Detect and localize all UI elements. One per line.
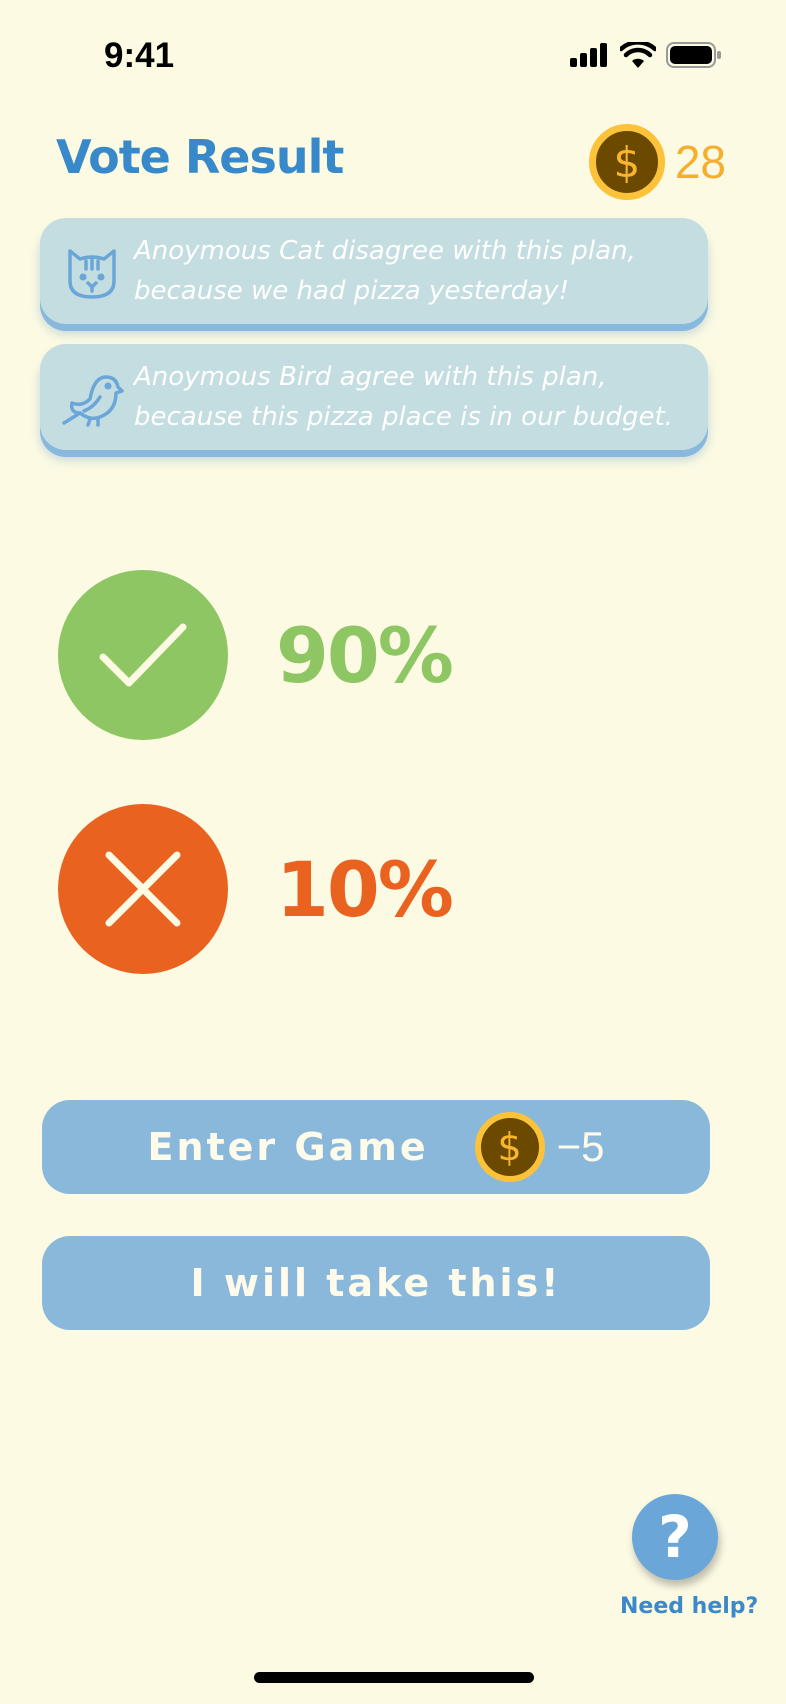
page-title: Vote Result [56, 130, 344, 184]
vote-disagree-row: 10% [58, 804, 454, 974]
agree-percent: 90% [276, 610, 454, 700]
status-bar: 9:41 [0, 0, 786, 110]
comment-line: Anoymous Bird agree with this plan, [134, 362, 607, 392]
coin-icon: $ [588, 124, 665, 200]
bird-icon [54, 359, 130, 435]
take-this-label: I will take this! [190, 1261, 562, 1305]
home-indicator[interactable] [254, 1672, 534, 1683]
check-icon [58, 570, 228, 740]
comment-card-bird: Anoymous Bird agree with this plan, beca… [40, 344, 708, 450]
enter-game-button[interactable]: Enter Game $ −5 [42, 1100, 710, 1194]
enter-game-label: Enter Game [147, 1125, 429, 1169]
disagree-percent: 10% [276, 844, 454, 934]
x-icon [58, 804, 228, 974]
comment-text: Anoymous Cat disagree with this plan, be… [134, 231, 636, 311]
vote-agree-row: 90% [58, 570, 454, 740]
wifi-icon [620, 42, 656, 68]
signal-icon [570, 43, 607, 67]
coin-icon: $ [474, 1112, 545, 1182]
help-label[interactable]: Need help? [620, 1594, 758, 1619]
comment-line: Anoymous Cat disagree with this plan, [134, 236, 636, 266]
enter-game-cost: −5 [556, 1123, 605, 1170]
coin-count: 28 [674, 136, 726, 188]
battery-icon [666, 42, 721, 68]
comment-line: because this pizza place is in our budge… [134, 402, 673, 432]
comment-card-cat: Anoymous Cat disagree with this plan, be… [40, 218, 708, 324]
status-icons [570, 42, 722, 68]
comment-text: Anoymous Bird agree with this plan, beca… [134, 357, 673, 437]
comment-line: because we had pizza yesterday! [134, 276, 569, 306]
help-button[interactable]: ? [632, 1494, 718, 1580]
status-time: 9:41 [104, 36, 175, 75]
coin-wallet[interactable]: $ 28 [588, 124, 726, 200]
take-this-button[interactable]: I will take this! [42, 1236, 710, 1330]
cat-icon [54, 233, 130, 309]
